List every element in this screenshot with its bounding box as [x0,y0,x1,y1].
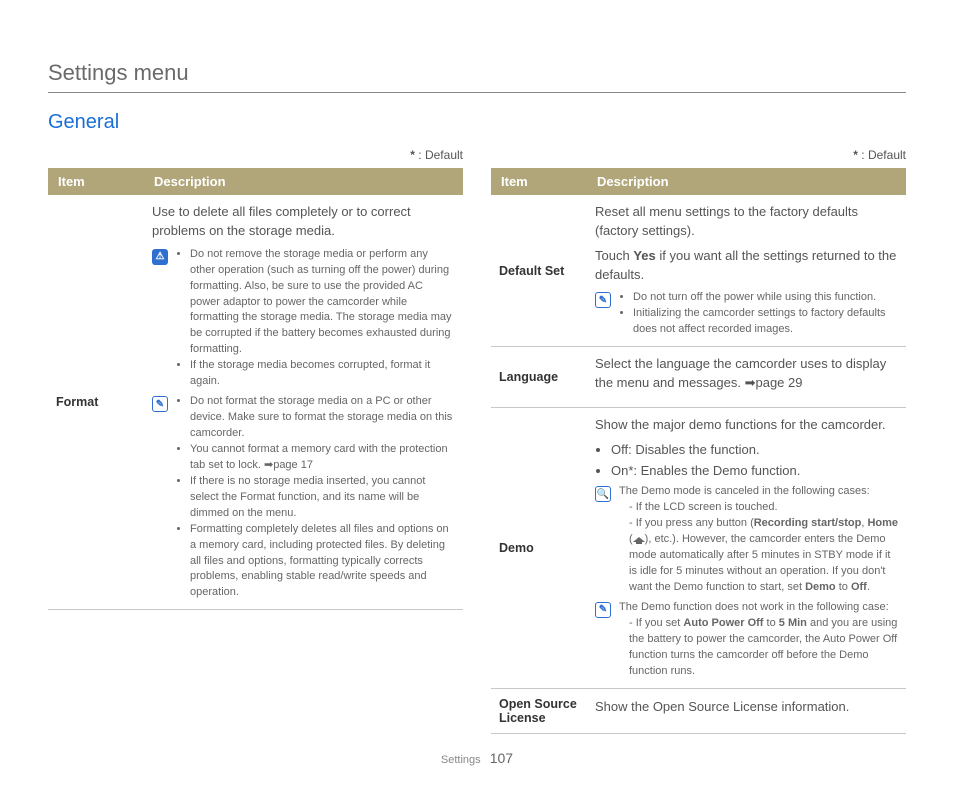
demo-mag-l2: - If you press any button (Recording sta… [619,516,898,596]
row-demo: Demo Show the major demo functions for t… [491,407,906,688]
format-tip-box: ✎ Do not format the storage media on a P… [152,394,455,601]
warning-icon: ⚠ [152,249,168,265]
desc-demo: Show the major demo functions for the ca… [587,407,906,688]
defaultset-tip-2: Initializing the camcorder settings to f… [633,306,898,338]
right-column: * : Default Item Description Default Set… [491,148,906,734]
desc-osl: Show the Open Source License information… [587,688,906,733]
demo-opt-on: On*: Enables the Demo function. [611,462,898,481]
demo-tip-l1: - If you set Auto Power Off to 5 Min and… [619,616,898,680]
demo-options: Off: Disables the function. On*: Enables… [595,441,898,481]
language-lead: Select the language the camcorder uses t… [595,355,898,393]
desc-format: Use to delete all files completely or to… [144,195,463,610]
format-warn-box: ⚠ Do not remove the storage media or per… [152,247,455,390]
format-warn-1: Do not remove the storage media or perfo… [190,247,455,359]
demo-mag-lead: The Demo mode is canceled in the followi… [619,484,898,500]
default-note-left: * : Default [48,148,463,162]
note-icon: ✎ [595,602,611,618]
left-table: Item Description Format Use to delete al… [48,168,463,610]
col-header-desc: Description [587,168,906,195]
format-tip-3: If there is no storage media inserted, y… [190,474,455,522]
demo-opt-off: Off: Disables the function. [611,441,898,460]
format-warn-list: Do not remove the storage media or perfo… [176,247,455,390]
format-tip-1: Do not format the storage media on a PC … [190,394,455,442]
demo-mag-box: 🔍 The Demo mode is canceled in the follo… [595,484,898,596]
defaultset-tip-box: ✎ Do not turn off the power while using … [595,290,898,338]
format-tip-4: Formatting completely deletes all files … [190,522,455,602]
item-format: Format [48,195,144,610]
format-warn-2: If the storage media becomes corrupted, … [190,358,455,390]
left-column: * : Default Item Description Format Use … [48,148,463,734]
demo-tip-lead: The Demo function does not work in the f… [619,600,898,616]
col-header-desc: Description [144,168,463,195]
item-osl: Open Source License [491,688,587,733]
desc-language: Select the language the camcorder uses t… [587,347,906,408]
default-note-right: * : Default [491,148,906,162]
defaultset-tip-list: Do not turn off the power while using th… [619,290,898,338]
demo-mag-l1: - If the LCD screen is touched. [619,500,898,516]
format-tip-2: You cannot format a memory card with the… [190,442,455,474]
row-format: Format Use to delete all files completel… [48,195,463,610]
item-demo: Demo [491,407,587,688]
page-number: 107 [490,750,513,766]
defaultset-tip-1: Do not turn off the power while using th… [633,290,898,306]
defaultset-lead1: Reset all menu settings to the factory d… [595,203,898,241]
row-default-set: Default Set Reset all menu settings to t… [491,195,906,347]
page-title: Settings menu [48,60,906,93]
item-language: Language [491,347,587,408]
page-footer: Settings 107 [48,750,906,766]
row-language: Language Select the language the camcord… [491,347,906,408]
osl-lead: Show the Open Source License information… [595,698,898,717]
magnify-icon: 🔍 [595,486,611,502]
demo-lead: Show the major demo functions for the ca… [595,416,898,435]
item-default-set: Default Set [491,195,587,347]
col-header-item: Item [491,168,587,195]
home-icon [633,534,645,544]
demo-tip-box: ✎ The Demo function does not work in the… [595,600,898,680]
footer-section: Settings [441,754,481,766]
page: Settings menu General * : Default Item D… [0,0,954,786]
demo-mag-list: The Demo mode is canceled in the followi… [619,484,898,596]
col-header-item: Item [48,168,144,195]
note-icon: ✎ [595,292,611,308]
format-lead: Use to delete all files completely or to… [152,203,455,241]
defaultset-lead2: Touch Yes if you want all the settings r… [595,247,898,285]
format-tip-list: Do not format the storage media on a PC … [176,394,455,601]
section-title: General [48,111,906,134]
columns: * : Default Item Description Format Use … [48,148,906,734]
desc-default-set: Reset all menu settings to the factory d… [587,195,906,347]
note-icon: ✎ [152,396,168,412]
demo-tip-list: The Demo function does not work in the f… [619,600,898,680]
right-table: Item Description Default Set Reset all m… [491,168,906,734]
row-open-source-license: Open Source License Show the Open Source… [491,688,906,733]
